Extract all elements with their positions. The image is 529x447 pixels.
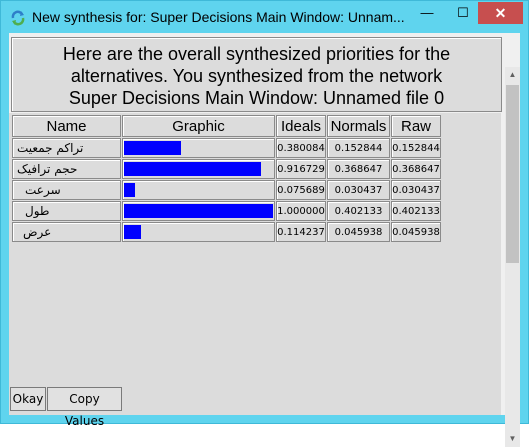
description-line-2: alternatives. You synthesized from the n… [70,66,443,86]
close-button[interactable]: ✕ [478,2,523,24]
scroll-up-arrow-icon[interactable]: ▲ [505,67,520,82]
column-header-name: Name [12,115,121,137]
row-ideal: 0.114237 [276,222,326,242]
priority-bar [124,183,135,197]
row-normal: 0.045938 [327,222,390,242]
window-content: Here are the overall synthesized priorit… [9,33,520,447]
description-line-3: Super Decisions Main Window: Unnamed fil… [68,88,445,108]
description-line-1: Here are the overall synthesized priorit… [62,44,451,64]
priority-bar [124,204,273,218]
row-name: عرض [12,222,121,242]
scroll-thumb[interactable] [506,85,519,263]
row-name: تراكم جمعيت [12,138,121,158]
row-raw: 0.402133 [391,201,441,221]
okay-button[interactable]: Okay [10,387,46,411]
maximize-button[interactable]: ☐ [450,2,476,24]
row-graphic [122,222,275,242]
title-bar[interactable]: New synthesis for: Super Decisions Main … [1,1,528,33]
row-name: طول [12,201,121,221]
column-header-raw: Raw [391,115,441,137]
priority-bar [124,141,181,155]
vertical-scrollbar[interactable]: ▲ ▼ [505,67,520,447]
synthesis-description: Here are the overall synthesized priorit… [11,37,502,112]
row-raw: 0.030437 [391,180,441,200]
row-normal: 0.402133 [327,201,390,221]
row-ideal: 0.380084 [276,138,326,158]
row-graphic [122,138,275,158]
row-normal: 0.030437 [327,180,390,200]
window-title: New synthesis for: Super Decisions Main … [32,9,405,25]
row-raw: 0.368647 [391,159,441,179]
row-ideal: 0.916729 [276,159,326,179]
synthesis-window: New synthesis for: Super Decisions Main … [0,0,529,447]
column-header-normals: Normals [327,115,390,137]
minimize-button[interactable]: — [414,2,440,24]
column-header-graphic: Graphic [122,115,275,137]
copy-values-button[interactable]: Copy Values [47,387,122,428]
priorities-table: Name Graphic Ideals Normals Raw تراكم جم… [9,113,501,415]
priority-bar [124,162,261,176]
row-ideal: 1.000000 [276,201,326,221]
column-header-ideals: Ideals [276,115,326,137]
row-name: حجم ترافيک [12,159,121,179]
row-name: سرعت [12,180,121,200]
row-ideal: 0.075689 [276,180,326,200]
row-normal: 0.152844 [327,138,390,158]
row-raw: 0.045938 [391,222,441,242]
priority-bar [124,225,141,239]
row-graphic [122,201,275,221]
scroll-down-arrow-icon[interactable]: ▼ [505,431,520,446]
row-graphic [122,180,275,200]
super-decisions-app-icon [11,10,25,26]
row-normal: 0.368647 [327,159,390,179]
row-raw: 0.152844 [391,138,441,158]
row-graphic [122,159,275,179]
